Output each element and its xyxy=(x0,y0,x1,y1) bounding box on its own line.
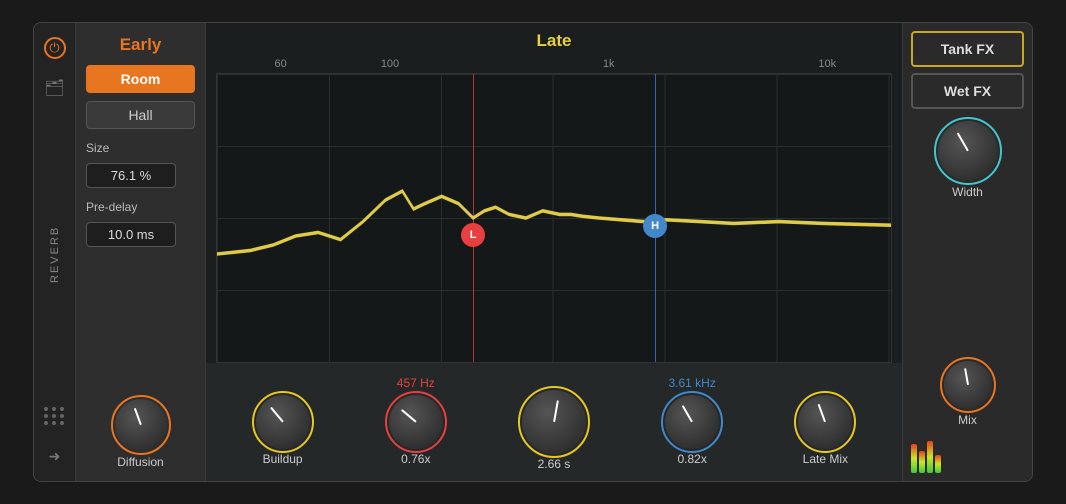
width-knob[interactable] xyxy=(938,121,998,181)
power-icon[interactable]: ⏻ xyxy=(44,37,66,59)
width-label: Width xyxy=(952,185,983,199)
latemix-label: Late Mix xyxy=(803,452,848,466)
vu-bar-4 xyxy=(935,455,941,473)
lowfreq-label: 0.76x xyxy=(401,452,430,466)
vu-bar-1 xyxy=(911,444,917,473)
plugin-container: ⏻ 🗂 REVERB ➜ Early Room Hall Size 76.1 %… xyxy=(33,22,1033,482)
hall-button[interactable]: Hall xyxy=(86,101,195,129)
decay-knob[interactable] xyxy=(522,390,586,454)
highfreq-label: 0.82x xyxy=(677,452,706,466)
latemix-group: Late Mix xyxy=(798,376,852,466)
vu-meters xyxy=(911,437,1024,473)
early-panel: Early Room Hall Size 76.1 % Pre-delay 10… xyxy=(76,23,206,481)
low-filter-label: L xyxy=(470,229,477,241)
predelay-label: Pre-delay xyxy=(86,200,195,214)
highfreq-knob[interactable] xyxy=(665,395,719,449)
buildup-group: Buildup xyxy=(256,376,310,466)
size-value[interactable]: 76.1 % xyxy=(86,163,176,188)
decay-group: 2.66 s xyxy=(522,371,586,471)
freq-60: 60 xyxy=(226,58,335,70)
arrow-icon[interactable]: ➜ xyxy=(42,443,68,469)
tank-fx-button[interactable]: Tank FX xyxy=(911,31,1024,67)
vu-bar-3 xyxy=(927,441,933,473)
buildup-knob[interactable] xyxy=(256,395,310,449)
reverb-label: REVERB xyxy=(49,115,61,393)
main-display: Late 60 100 1k 10k L xyxy=(206,23,902,481)
latemix-knob[interactable] xyxy=(798,395,852,449)
mix-group: Mix xyxy=(911,361,1024,427)
high-freq-display: 3.61 kHz xyxy=(668,376,715,390)
vu-bar-2 xyxy=(919,451,925,473)
predelay-value[interactable]: 10.0 ms xyxy=(86,222,176,247)
eq-curve-svg xyxy=(217,74,891,362)
mix-knob[interactable] xyxy=(944,361,992,409)
diffusion-knob[interactable] xyxy=(115,399,167,451)
decay-label: 2.66 s xyxy=(538,457,571,471)
early-title: Early xyxy=(86,35,195,55)
right-panel: Tank FX Wet FX Width Mix xyxy=(902,23,1032,481)
power-button[interactable]: ⏻ xyxy=(42,35,68,61)
late-title: Late xyxy=(206,23,902,55)
mix-label: Mix xyxy=(958,413,977,427)
low-filter-handle[interactable]: L xyxy=(461,223,485,247)
diffusion-section: Diffusion xyxy=(86,399,195,469)
lowfreq-knob[interactable] xyxy=(389,395,443,449)
folder-icon[interactable]: 🗂 xyxy=(42,75,68,101)
freq-10k: 10k xyxy=(773,58,882,70)
width-group: Width xyxy=(911,121,1024,199)
knobs-row: Buildup 457 Hz 0.76x 2.66 s 3.61 kH xyxy=(206,363,902,481)
freq-1k-label: 1k xyxy=(554,58,663,70)
wet-fx-button[interactable]: Wet FX xyxy=(911,73,1024,109)
room-button[interactable]: Room xyxy=(86,65,195,93)
low-freq-display: 457 Hz xyxy=(397,376,435,390)
left-sidebar: ⏻ 🗂 REVERB ➜ xyxy=(34,23,76,481)
buildup-label: Buildup xyxy=(263,452,303,466)
lowfreq-group: 457 Hz 0.76x xyxy=(389,376,443,466)
grid-dots-icon xyxy=(44,407,65,425)
freq-100: 100 xyxy=(335,58,444,70)
size-label: Size xyxy=(86,141,195,155)
high-filter-label: H xyxy=(651,220,659,232)
freq-ruler: 60 100 1k 10k xyxy=(206,55,902,73)
highfreq-group: 3.61 kHz 0.82x xyxy=(665,376,719,466)
eq-display: L H xyxy=(216,73,892,363)
diffusion-label: Diffusion xyxy=(117,455,163,469)
